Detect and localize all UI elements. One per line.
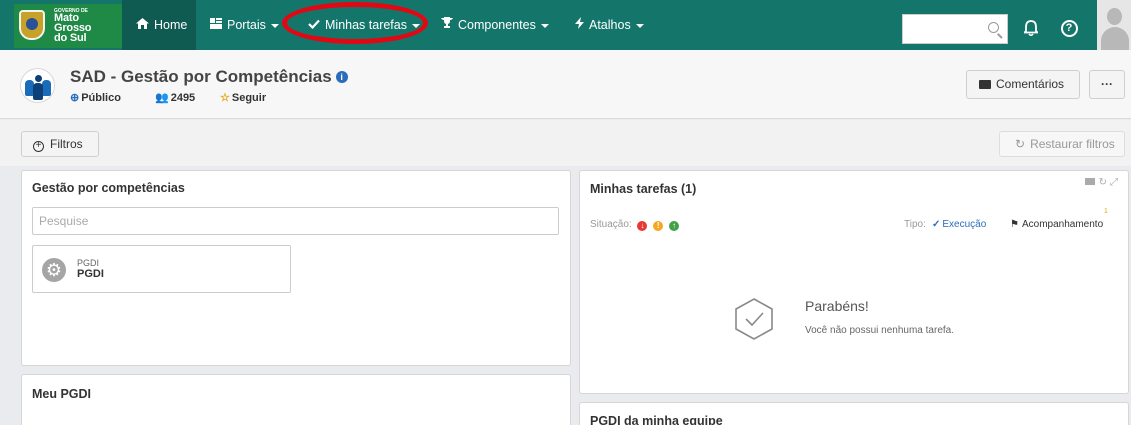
my-pgdi-card-title: Meu PGDI — [32, 387, 92, 401]
type-execution-option[interactable]: ✓ Execução — [932, 219, 986, 230]
check-hexagon-icon — [735, 298, 773, 340]
situation-label: Situação: — [590, 219, 632, 230]
community-icon — [20, 68, 55, 103]
my-tasks-card-title: Minhas tarefas (1) — [590, 182, 697, 196]
nav-portais-label: Portais — [227, 18, 266, 32]
state-crest-icon — [19, 10, 45, 40]
refresh-icon[interactable]: ↻ — [1099, 177, 1107, 188]
overdue-status-icon[interactable]: ↓ — [637, 221, 648, 231]
government-logo[interactable]: GOVERNO DE Mato Grosso do Sul — [14, 4, 122, 48]
nav-home[interactable]: Home — [122, 0, 196, 50]
search-box[interactable] — [902, 14, 1008, 44]
restore-filters-button[interactable]: ↻ Restaurar filtros — [999, 131, 1125, 157]
team-pgdi-card: PGDI da minha equipe — [579, 402, 1129, 425]
competencies-search-input[interactable]: Pesquise — [32, 207, 559, 235]
empty-state-message: Você não possui nenhuma tarefa. — [805, 325, 954, 336]
bolt-icon — [575, 0, 584, 50]
my-pgdi-card: Meu PGDI — [21, 374, 571, 425]
nav-componentes[interactable]: Componentes — [441, 0, 549, 50]
highlight-annotation — [282, 2, 428, 44]
globe-icon: ⊕ — [70, 92, 80, 104]
nav-atalhos-label: Atalhos — [589, 18, 631, 32]
logo-text: Mato Grosso do Sul — [54, 12, 92, 44]
help-icon[interactable]: ? — [1055, 14, 1083, 42]
nav-portais[interactable]: Portais — [210, 0, 279, 50]
nav-home-label: Home — [154, 18, 188, 32]
check-icon: ✓ — [932, 219, 941, 230]
members-count[interactable]: 👥 2495 — [155, 91, 195, 104]
filters-button[interactable]: + Filtros — [21, 131, 99, 157]
chevron-down-icon — [635, 23, 644, 28]
members-icon: 👥 — [155, 92, 169, 104]
follow-button[interactable]: ☆ Seguir — [220, 91, 266, 104]
page-title: SAD - Gestão por Competências i — [70, 67, 348, 87]
flag-icon: ⚑ — [1010, 219, 1019, 230]
bell-icon[interactable] — [1017, 14, 1045, 42]
pgdi-item-title: PGDI — [77, 268, 104, 280]
my-tasks-card: Minhas tarefas (1) ↻ ⤢ Situação: ↓ ! ↑ Ti… — [579, 170, 1129, 394]
follow-up-badge: 1 — [1104, 208, 1108, 215]
expand-icon[interactable]: ⤢ — [1110, 177, 1118, 188]
nav-atalhos[interactable]: Atalhos — [575, 0, 644, 50]
top-navbar: GOVERNO DE Mato Grosso do Sul Home Porta… — [0, 0, 1131, 50]
visibility-badge: ⊕ Público — [70, 92, 121, 104]
refresh-icon: ↻ — [1015, 137, 1026, 151]
situation-filter: Situação: ↓ ! ↑ — [590, 219, 680, 231]
info-icon[interactable]: i — [335, 71, 348, 83]
ontime-status-icon[interactable]: ↑ — [669, 221, 680, 231]
nav-componentes-label: Componentes — [458, 18, 536, 32]
competencies-card-title: Gestão por competências — [32, 181, 185, 195]
comments-button[interactable]: Comentários — [966, 70, 1080, 99]
search-icon[interactable] — [988, 22, 999, 33]
warning-status-icon[interactable]: ! — [653, 221, 664, 231]
gear-icon: ⚙ — [42, 258, 66, 282]
chevron-down-icon — [270, 23, 279, 28]
chevron-down-icon — [540, 23, 549, 28]
plus-circle-icon: + — [33, 141, 44, 152]
avatar[interactable] — [1097, 0, 1131, 50]
type-follow-up-option[interactable]: ⚑ Acompanhamento — [1010, 219, 1103, 230]
star-icon: ☆ — [220, 92, 230, 104]
competencies-card: Gestão por competências Pesquise ⚙ PGDI … — [21, 170, 571, 366]
comment-icon — [979, 80, 991, 89]
type-label: Tipo: — [904, 219, 926, 230]
more-options-button[interactable]: ··· — [1089, 70, 1125, 99]
team-pgdi-card-title: PGDI da minha equipe — [590, 414, 723, 425]
trophy-icon — [441, 0, 453, 50]
pgdi-item-card[interactable]: ⚙ PGDI PGDI — [32, 245, 291, 293]
card-tools: ↻ ⤢ — [1084, 177, 1118, 188]
community-header: SAD - Gestão por Competências i ⊕ Público … — [0, 50, 1131, 119]
search-input[interactable] — [903, 15, 983, 43]
filter-bar: + Filtros ↻ Restaurar filtros — [0, 120, 1131, 166]
pgdi-item-subtitle: PGDI — [77, 258, 100, 268]
home-icon — [136, 0, 149, 50]
empty-state-title: Parabéns! — [805, 298, 869, 314]
comment-icon[interactable] — [1084, 178, 1095, 185]
portals-icon — [210, 0, 222, 50]
